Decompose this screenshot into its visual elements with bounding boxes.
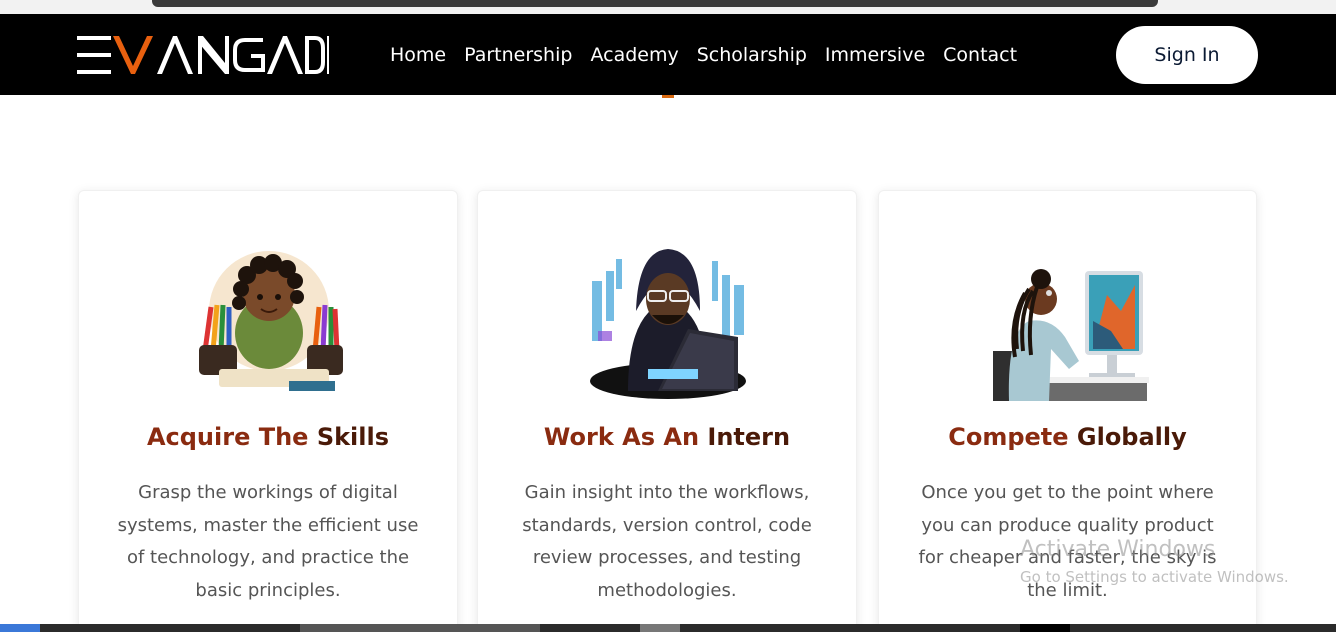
evangadi-logo[interactable] [77,36,329,74]
card-title-intern: Work As An Intern [478,423,856,451]
os-taskbar [0,624,1336,632]
sign-in-button[interactable]: Sign In [1116,26,1258,84]
nav-home[interactable]: Home [390,41,446,69]
card-title-global: Compete Globally [879,423,1256,451]
taskbar-item[interactable] [1020,624,1070,632]
woman-at-computer-icon [989,241,1149,401]
card-title-part: Work As An [543,423,708,451]
card-title-skills: Acquire The Skills [79,423,457,451]
card-title-part: Intern [707,423,791,451]
card-description: Once you get to the point where you can … [918,482,1217,601]
card-title-part: Skills [316,423,390,451]
taskbar-item[interactable] [640,624,680,632]
card-title-part: Acquire The [146,423,317,451]
nav-academy[interactable]: Academy [590,41,678,69]
card-title-part: Compete [948,423,1077,451]
card-description: Grasp the workings of digital systems, m… [117,482,419,601]
nav-immersive[interactable]: Immersive [825,41,925,69]
site-navbar: Home Partnership Academy Scholarship Imm… [0,14,1336,95]
card-description: Gain insight into the workflows, standar… [522,482,812,601]
taskbar-start-indicator[interactable] [0,624,40,632]
main-nav: Home Partnership Academy Scholarship Imm… [390,41,1035,69]
girl-with-pencils-icon [189,241,349,401]
logo-wordmark [77,36,329,74]
feature-card-intern: Work As An Intern Gain insight into the … [477,190,857,632]
taskbar-item[interactable] [300,624,540,632]
nav-scholarship[interactable]: Scholarship [697,41,807,69]
hooded-coder-laptop-icon [588,241,748,401]
feature-card-skills: Acquire The Skills Grasp the workings of… [78,190,458,632]
nav-partnership[interactable]: Partnership [464,41,572,69]
section-accent-mark [662,95,674,98]
horizontal-scrollbar[interactable] [152,0,1158,7]
card-title-part: Globally [1076,423,1187,451]
nav-contact[interactable]: Contact [943,41,1017,69]
feature-card-global: Compete Globally Once you get to the poi… [878,190,1257,632]
